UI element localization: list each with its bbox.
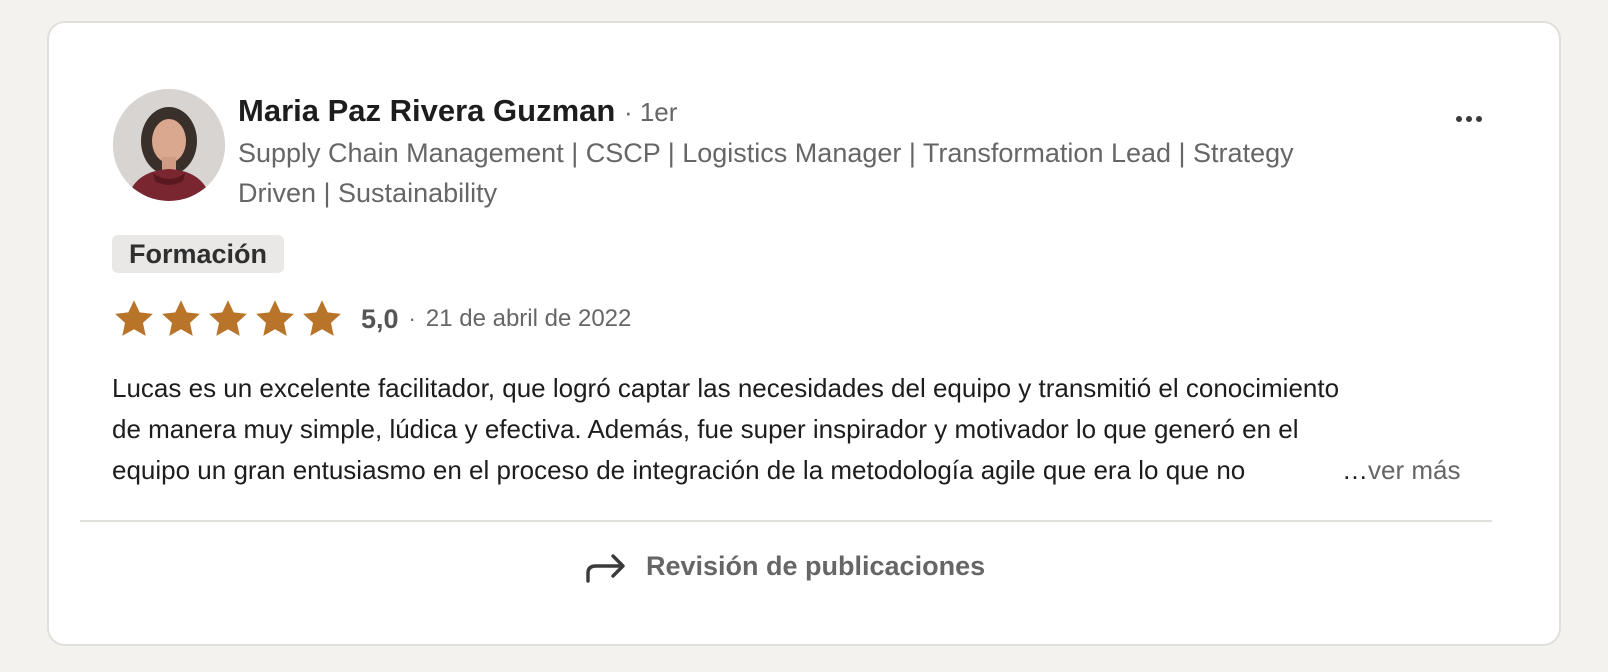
separator-dot: · [408, 306, 416, 331]
review-text: Lucas es un excelente facilitador, que l… [112, 368, 1472, 491]
profile-photo-icon [113, 89, 225, 201]
ellipsis: … [1342, 455, 1368, 485]
see-more-button[interactable]: ver más [1368, 450, 1460, 491]
connection-degree: · 1er [623, 97, 678, 127]
author-name-row: Maria Paz Rivera Guzman · 1er [238, 91, 1358, 132]
star-icon [209, 300, 247, 336]
review-text-line: de manera muy simple, lúdica y efectiva.… [112, 414, 1299, 444]
divider [80, 520, 1492, 522]
star-icon [115, 300, 153, 336]
review-text-last-line: equipo un gran entusiasmo en el proceso … [112, 450, 1472, 491]
view-post-label: Revisión de publicaciones [646, 550, 986, 581]
author-name[interactable]: Maria Paz Rivera Guzman [238, 93, 615, 128]
more-horizontal-icon [1454, 116, 1484, 122]
service-tag: Formación [112, 235, 285, 273]
star-icon [162, 300, 200, 336]
rating-score: 5,0 [361, 303, 399, 334]
review-date: 21 de abril de 2022 [425, 305, 632, 332]
review-card: Maria Paz Rivera Guzman · 1er Supply Cha… [47, 21, 1561, 646]
star-icon [303, 300, 341, 336]
share-arrow-icon [586, 554, 625, 583]
author-avatar[interactable] [113, 89, 225, 201]
review-text-line: equipo un gran entusiasmo en el proceso … [112, 455, 1246, 485]
author-header: Maria Paz Rivera Guzman · 1er Supply Cha… [238, 91, 1358, 213]
rating-row: 5,0 · 21 de abril de 2022 [112, 295, 631, 343]
author-headline: Supply Chain Management | CSCP | Logisti… [238, 138, 1294, 208]
more-options-button[interactable] [1441, 97, 1497, 141]
view-post-button[interactable]: Revisión de publicaciones [584, 541, 985, 591]
star-rating [112, 297, 347, 341]
star-icon [256, 300, 294, 336]
review-text-line: Lucas es un excelente facilitador, que l… [112, 373, 1340, 403]
